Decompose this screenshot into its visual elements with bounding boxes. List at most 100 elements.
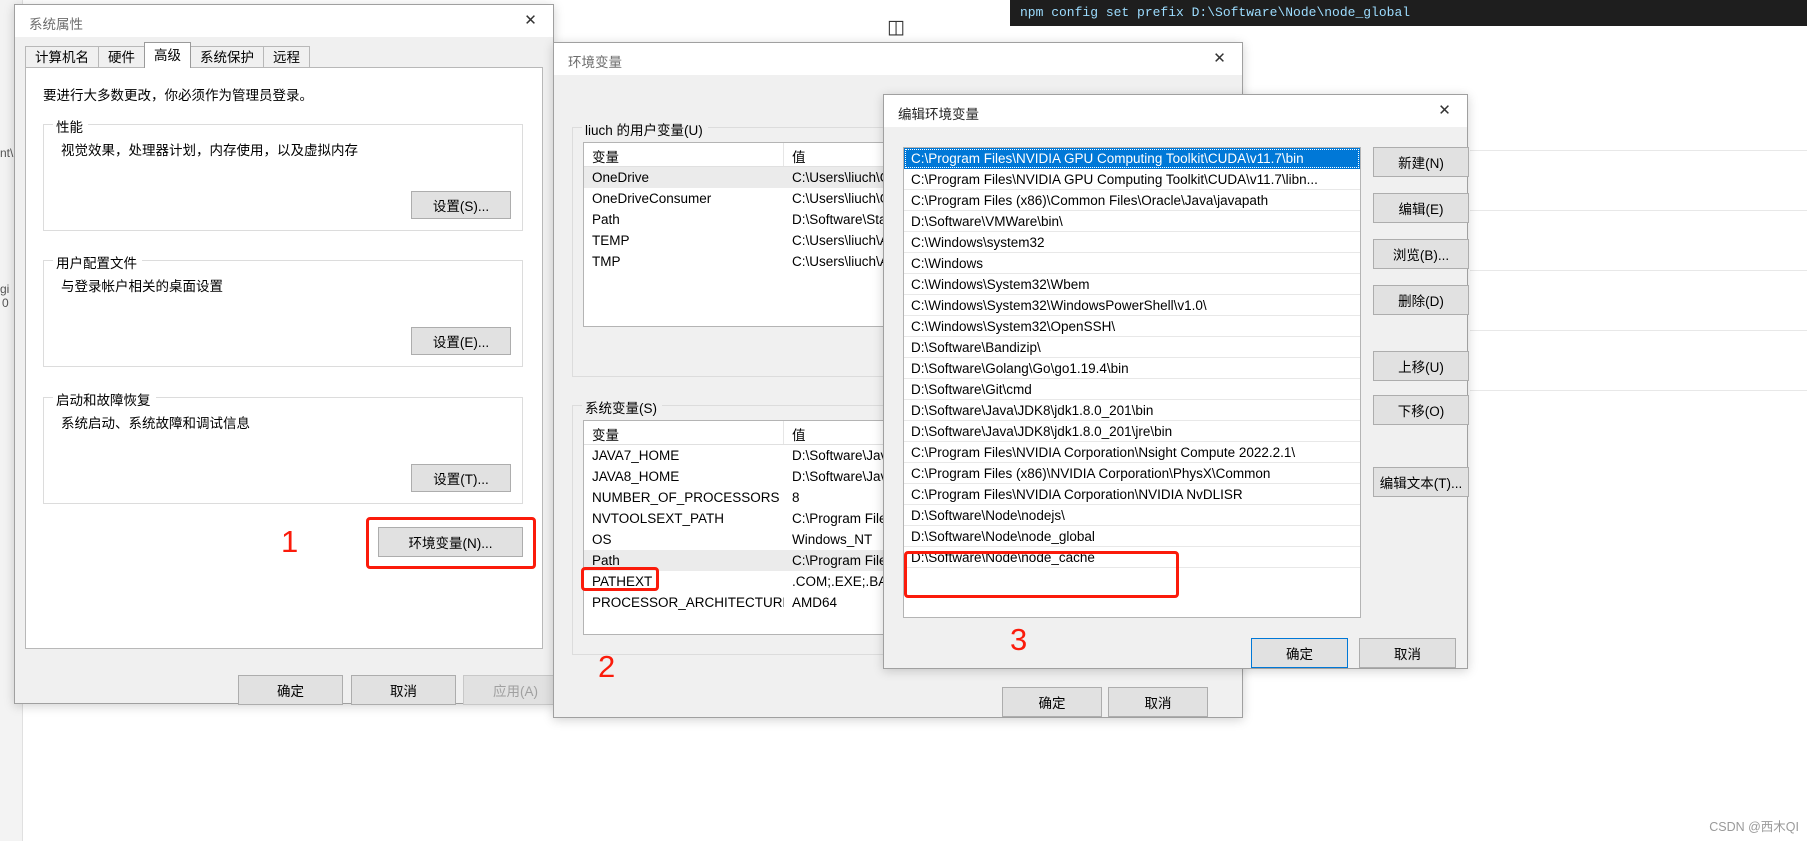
system-properties-titlebar: 系统属性 ✕: [15, 5, 553, 37]
system-variable-name: OS: [592, 532, 612, 547]
edit-env-ok-button[interactable]: 确定: [1251, 638, 1348, 668]
environment-variables-ok-button[interactable]: 确定: [1002, 687, 1102, 717]
close-icon[interactable]: ✕: [1422, 95, 1467, 126]
system-properties-body: 计算机名 硬件 高级 系统保护 远程 要进行大多数更改，你必须作为管理员登录。 …: [15, 37, 568, 705]
system-variable-name: NVTOOLSEXT_PATH: [592, 511, 725, 526]
environment-variables-cancel-button[interactable]: 取消: [1108, 687, 1208, 717]
user-profiles-settings-button[interactable]: 设置(E)...: [411, 327, 511, 355]
user-profiles-group-desc: 与登录帐户相关的桌面设置: [61, 279, 223, 294]
path-entry-row[interactable]: D:\Software\Node\nodejs\: [904, 505, 1360, 526]
move-down-button[interactable]: 下移(O): [1373, 395, 1469, 425]
user-variable-name: OneDriveConsumer: [592, 191, 712, 206]
column-header-variable: 变量: [584, 143, 784, 166]
edit-environment-variable-dialog[interactable]: 编辑环境变量 ✕ C:\Program Files\NVIDIA GPU Com…: [883, 94, 1469, 669]
path-entry-row-node-cache[interactable]: D:\Software\Node\node_cache: [904, 547, 1360, 568]
close-icon[interactable]: ✕: [1197, 43, 1242, 74]
edit-entry-button[interactable]: 编辑(E): [1373, 193, 1469, 223]
user-variables-group-title: liuch 的用户变量(U): [582, 119, 708, 139]
admin-notice-label: 要进行大多数更改，你必须作为管理员登录。: [43, 88, 313, 103]
user-profiles-group-title: 用户配置文件: [53, 252, 142, 272]
path-entry-row[interactable]: C:\Program Files\NVIDIA Corporation\Nsig…: [904, 442, 1360, 463]
path-entry-row[interactable]: D:\Software\Java\JDK8\jdk1.8.0_201\bin: [904, 400, 1360, 421]
path-entry-row[interactable]: C:\Program Files (x86)\Common Files\Orac…: [904, 190, 1360, 211]
startup-recovery-group: 启动和故障恢复 系统启动、系统故障和调试信息 设置(T)...: [43, 389, 523, 504]
path-entry-row[interactable]: D:\Software\VMWare\bin\: [904, 211, 1360, 232]
system-variables-group-title: 系统变量(S): [582, 397, 662, 417]
new-entry-button[interactable]: 新建(N): [1373, 147, 1469, 177]
terminal-command-line: npm config set prefix D:\Software\Node\n…: [1010, 0, 1807, 26]
tab-advanced[interactable]: 高级: [144, 42, 191, 68]
split-editor-icon[interactable]: ◫: [885, 18, 907, 38]
background-rule-2: [1470, 210, 1807, 211]
system-variable-name: NUMBER_OF_PROCESSORS: [592, 490, 780, 505]
path-entry-row[interactable]: D:\Software\Java\JDK8\jdk1.8.0_201\jre\b…: [904, 421, 1360, 442]
system-variable-name: Path: [592, 553, 620, 568]
tab-remote[interactable]: 远程: [263, 46, 310, 68]
path-entry-row[interactable]: C:\Program Files\NVIDIA Corporation\NVID…: [904, 484, 1360, 505]
screen: nt\ gi 0 npm config set prefix D:\Softwa…: [0, 0, 1807, 841]
tab-computer-name[interactable]: 计算机名: [25, 46, 99, 68]
move-up-button[interactable]: 上移(U): [1373, 351, 1469, 381]
annotation-number-3: 3: [1010, 622, 1028, 657]
watermark-label: CSDN @西木QI: [1709, 820, 1799, 834]
system-variable-name: JAVA7_HOME: [592, 448, 680, 463]
path-entry-row[interactable]: C:\Windows\system32: [904, 232, 1360, 253]
background-rule-3: [1470, 270, 1807, 271]
system-properties-dialog[interactable]: 系统属性 ✕ 计算机名 硬件 高级 系统保护 远程 要进行大多数更改，你必须作为…: [14, 4, 568, 705]
environment-variables-titlebar: 环境变量 ✕: [554, 43, 1242, 75]
performance-group: 性能 视觉效果，处理器计划，内存使用，以及虚拟内存 设置(S)...: [43, 116, 523, 231]
path-entry-row[interactable]: C:\Windows\System32\Wbem: [904, 274, 1360, 295]
startup-recovery-group-title: 启动和故障恢复: [53, 389, 156, 409]
close-icon[interactable]: ✕: [508, 5, 553, 36]
system-variable-name: PROCESSOR_ARCHITECTURE: [592, 595, 784, 610]
tab-hardware[interactable]: 硬件: [98, 46, 145, 68]
user-variable-name: TMP: [592, 254, 621, 269]
edit-env-body: C:\Program Files\NVIDIA GPU Computing To…: [884, 127, 1469, 668]
path-entry-row[interactable]: C:\Program Files\NVIDIA GPU Computing To…: [904, 148, 1360, 169]
path-entry-row[interactable]: D:\Software\Golang\Go\go1.19.4\bin: [904, 358, 1360, 379]
user-variable-name: OneDrive: [592, 170, 650, 185]
path-entry-row[interactable]: C:\Program Files\NVIDIA GPU Computing To…: [904, 169, 1360, 190]
performance-group-desc: 视觉效果，处理器计划，内存使用，以及虚拟内存: [61, 143, 358, 158]
path-entry-row[interactable]: D:\Software\Bandizip\: [904, 337, 1360, 358]
edit-env-titlebar: 编辑环境变量 ✕: [884, 95, 1467, 127]
path-entry-row[interactable]: C:\Program Files (x86)\NVIDIA Corporatio…: [904, 463, 1360, 484]
background-rule-1: [1470, 150, 1807, 151]
path-entry-row[interactable]: D:\Software\Git\cmd: [904, 379, 1360, 400]
path-entries-list[interactable]: C:\Program Files\NVIDIA GPU Computing To…: [903, 147, 1361, 618]
path-entry-row[interactable]: C:\Windows\System32\OpenSSH\: [904, 316, 1360, 337]
browse-entry-button[interactable]: 浏览(B)...: [1373, 239, 1469, 269]
path-entry-row[interactable]: C:\Windows: [904, 253, 1360, 274]
system-properties-cancel-button[interactable]: 取消: [351, 675, 456, 705]
system-properties-title: 系统属性: [29, 17, 83, 32]
startup-recovery-group-desc: 系统启动、系统故障和调试信息: [61, 416, 250, 431]
editor-side-label-3: 0: [2, 296, 9, 310]
annotation-number-1: 1: [281, 524, 299, 559]
path-entry-row[interactable]: C:\Windows\System32\WindowsPowerShell\v1…: [904, 295, 1360, 316]
path-entry-row-node-global[interactable]: D:\Software\Node\node_global: [904, 526, 1360, 547]
background-rule-4: [1470, 330, 1807, 331]
tab-system-protection[interactable]: 系统保护: [190, 46, 264, 68]
edit-env-title: 编辑环境变量: [898, 107, 979, 122]
environment-variables-button[interactable]: 环境变量(N)...: [378, 527, 523, 557]
performance-settings-button[interactable]: 设置(S)...: [411, 191, 511, 219]
editor-side-label-2: gi: [0, 282, 10, 296]
user-variable-name: TEMP: [592, 233, 630, 248]
edit-env-cancel-button[interactable]: 取消: [1359, 638, 1456, 668]
background-rule-5: [1470, 390, 1807, 391]
system-properties-ok-button[interactable]: 确定: [238, 675, 343, 705]
system-variable-name: JAVA8_HOME: [592, 469, 680, 484]
performance-group-title: 性能: [53, 116, 88, 136]
user-variable-name: Path: [592, 212, 620, 227]
user-profiles-group: 用户配置文件 与登录帐户相关的桌面设置 设置(E)...: [43, 252, 523, 367]
startup-recovery-settings-button[interactable]: 设置(T)...: [411, 464, 511, 492]
environment-variables-title: 环境变量: [568, 55, 622, 70]
system-variable-name: PATHEXT: [592, 574, 653, 589]
system-properties-tabs[interactable]: 计算机名 硬件 高级 系统保护 远程: [25, 42, 310, 68]
delete-entry-button[interactable]: 删除(D): [1373, 285, 1469, 315]
annotation-number-2: 2: [598, 649, 616, 684]
editor-side-label-1: nt\: [0, 146, 14, 160]
edit-text-button[interactable]: 编辑文本(T)...: [1373, 467, 1469, 497]
advanced-tab-page: 要进行大多数更改，你必须作为管理员登录。 性能 视觉效果，处理器计划，内存使用，…: [25, 67, 543, 649]
column-header-variable: 变量: [584, 421, 784, 444]
